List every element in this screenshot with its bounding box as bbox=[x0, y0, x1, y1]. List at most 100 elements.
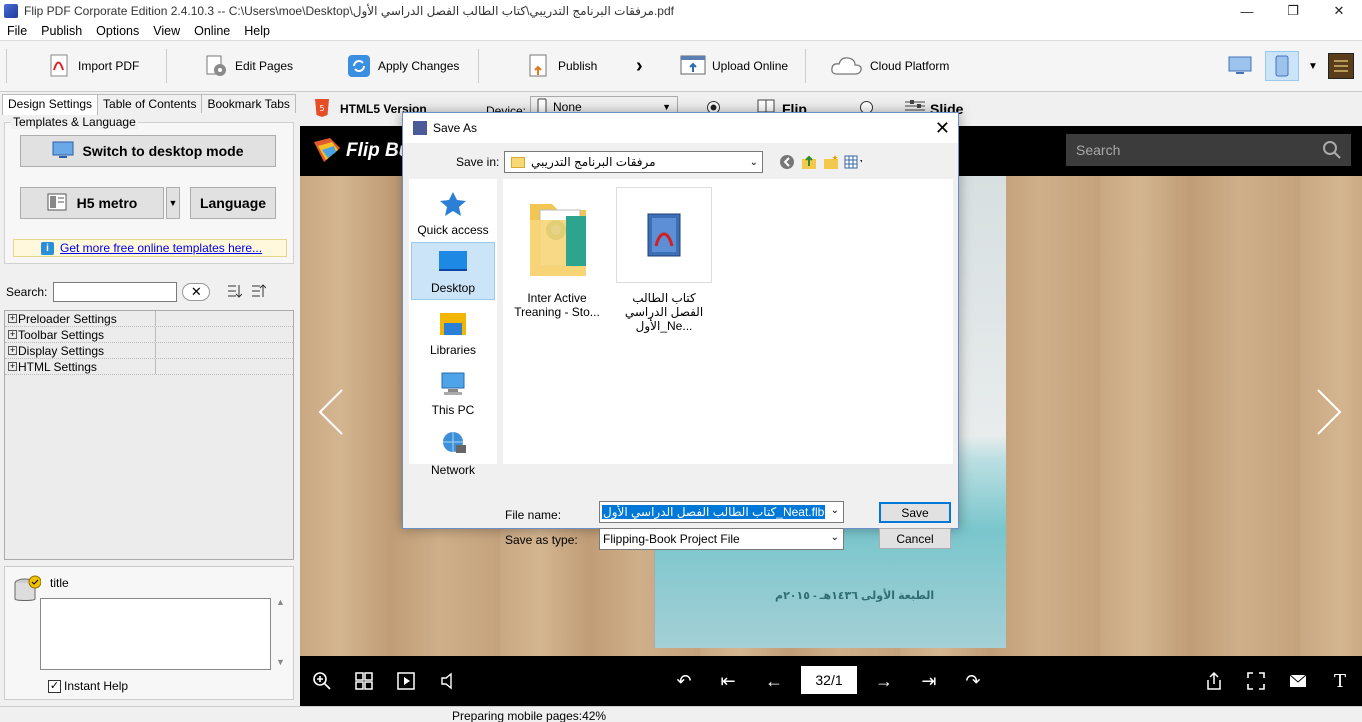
save-in-select[interactable]: مرفقات البرنامج التدريبي ⌄ bbox=[504, 151, 763, 173]
svg-text:5: 5 bbox=[319, 104, 324, 113]
place-libraries[interactable]: Libraries bbox=[411, 303, 495, 361]
chevron-down-icon: ⌄ bbox=[830, 532, 839, 543]
scroll-down-icon[interactable]: ▼ bbox=[276, 657, 285, 667]
forward-icon[interactable]: ↷ bbox=[963, 671, 983, 691]
tab-table-of-contents[interactable]: Table of Contents bbox=[97, 94, 203, 113]
help-textarea[interactable] bbox=[40, 598, 271, 670]
pdf-icon bbox=[46, 53, 72, 79]
import-pdf-button[interactable]: Import PDF bbox=[46, 51, 139, 81]
settings-row-preloader[interactable]: + Preloader Settings bbox=[5, 311, 293, 327]
clear-search-icon[interactable]: ✕ bbox=[182, 283, 211, 301]
close-button[interactable]: ✕ bbox=[1316, 0, 1362, 22]
chevron-right-icon: › bbox=[636, 54, 643, 77]
instant-help-checkbox[interactable]: ✓ bbox=[48, 679, 61, 693]
apply-changes-button[interactable]: Apply Changes bbox=[346, 51, 459, 81]
mobile-view-icon[interactable] bbox=[1265, 51, 1299, 81]
edit-pages-icon bbox=[203, 53, 229, 79]
cancel-button[interactable]: Cancel bbox=[879, 528, 951, 549]
switch-desktop-button[interactable]: Switch to desktop mode bbox=[20, 135, 276, 167]
left-panel: Design Settings Table of Contents Bookma… bbox=[0, 92, 300, 706]
prev-page-arrow-icon[interactable] bbox=[318, 388, 344, 439]
computer-icon bbox=[438, 371, 468, 397]
place-desktop[interactable]: Desktop bbox=[411, 242, 495, 300]
templates-group: Templates & Language Switch to desktop m… bbox=[4, 115, 294, 264]
save-in-label: Save in: bbox=[456, 155, 500, 169]
expand-icon[interactable]: + bbox=[8, 362, 17, 371]
menu-options[interactable]: Options bbox=[89, 24, 146, 38]
expand-all-icon[interactable] bbox=[226, 283, 243, 302]
settings-search-input[interactable] bbox=[53, 282, 178, 302]
viewer-search-input[interactable]: Search bbox=[1066, 134, 1351, 166]
theme-icon[interactable] bbox=[1328, 53, 1354, 79]
thumbnails-icon[interactable] bbox=[354, 671, 374, 691]
previous-page-icon[interactable]: ← bbox=[764, 671, 784, 691]
sound-icon[interactable] bbox=[438, 671, 458, 691]
tab-design-settings[interactable]: Design Settings bbox=[2, 94, 99, 115]
first-page-icon[interactable]: ⇤ bbox=[718, 671, 738, 691]
settings-row-toolbar[interactable]: + Toolbar Settings bbox=[5, 327, 293, 343]
dialog-close-icon[interactable]: ✕ bbox=[935, 118, 950, 139]
scroll-up-icon[interactable]: ▲ bbox=[276, 597, 285, 607]
autoplay-icon[interactable] bbox=[396, 671, 416, 691]
desktop-view-icon[interactable] bbox=[1227, 53, 1253, 79]
places-sidebar: Quick access Desktop Libraries This PC N… bbox=[409, 179, 497, 477]
back-nav-icon[interactable] bbox=[778, 153, 796, 171]
brand-logo-icon bbox=[312, 136, 342, 167]
monitor-icon bbox=[52, 141, 74, 162]
save-type-select[interactable]: Flipping-Book Project File ⌄ bbox=[599, 528, 844, 550]
edit-pages-button[interactable]: Edit Pages bbox=[203, 51, 293, 81]
publish-button[interactable]: Publish bbox=[526, 51, 597, 81]
template-dropdown-icon[interactable]: ▼ bbox=[166, 187, 180, 219]
settings-row-html[interactable]: + HTML Settings bbox=[5, 359, 293, 375]
expand-icon[interactable]: + bbox=[8, 346, 17, 355]
last-page-icon[interactable]: ⇥ bbox=[919, 671, 939, 691]
save-as-dialog: Save As ✕ Save in: مرفقات البرنامج التدر… bbox=[402, 112, 959, 550]
view-menu-icon[interactable] bbox=[844, 153, 862, 171]
email-icon[interactable] bbox=[1288, 671, 1308, 691]
file-item-project[interactable]: كتاب الطالب الفصل الدراسي الأول_Ne... bbox=[616, 187, 712, 333]
file-name-field[interactable]: كتاب الطالب الفصل الدراسي الأول_Neat.flb… bbox=[599, 501, 844, 523]
menu-help[interactable]: Help bbox=[237, 24, 277, 38]
save-button[interactable]: Save bbox=[879, 502, 951, 523]
star-icon bbox=[438, 191, 468, 217]
upload-online-button[interactable]: Upload Online bbox=[680, 51, 788, 81]
text-icon[interactable]: T bbox=[1330, 671, 1350, 692]
language-button[interactable]: Language bbox=[190, 187, 276, 219]
maximize-button[interactable]: ❐ bbox=[1270, 0, 1316, 22]
more-templates-link[interactable]: i Get more free online templates here... bbox=[13, 239, 287, 257]
new-folder-icon[interactable] bbox=[822, 153, 840, 171]
tab-bookmark-tabs[interactable]: Bookmark Tabs bbox=[201, 94, 296, 113]
expand-icon[interactable]: + bbox=[8, 314, 17, 323]
place-network[interactable]: Network bbox=[411, 423, 495, 481]
collapse-all-icon[interactable] bbox=[250, 283, 267, 302]
settings-row-display[interactable]: + Display Settings bbox=[5, 343, 293, 359]
share-icon[interactable] bbox=[1204, 671, 1224, 691]
template-button[interactable]: H5 metro bbox=[20, 187, 164, 219]
publish-icon bbox=[526, 53, 552, 79]
minimize-button[interactable]: — bbox=[1224, 0, 1270, 22]
place-quick-access[interactable]: Quick access bbox=[411, 183, 495, 241]
html5-icon: 5 bbox=[314, 98, 330, 121]
chevron-down-icon: ⌄ bbox=[830, 505, 839, 516]
libraries-icon bbox=[438, 311, 468, 337]
back-icon[interactable]: ↶ bbox=[674, 671, 694, 691]
menu-publish[interactable]: Publish bbox=[34, 24, 89, 38]
menu-view[interactable]: View bbox=[146, 24, 187, 38]
cloud-platform-button[interactable]: Cloud Platform bbox=[830, 51, 949, 81]
zoom-in-icon[interactable] bbox=[312, 671, 332, 691]
menu-file[interactable]: File bbox=[0, 24, 34, 38]
page-indicator[interactable]: 32/1 bbox=[801, 666, 857, 694]
next-page-arrow-icon[interactable] bbox=[1316, 388, 1342, 439]
search-icon[interactable] bbox=[1323, 141, 1341, 162]
group-title: Templates & Language bbox=[11, 115, 138, 129]
brand-title: Flip Bu bbox=[346, 140, 411, 161]
file-item-folder[interactable]: Inter Active Treaning - Sto... bbox=[509, 187, 605, 319]
up-folder-icon[interactable] bbox=[800, 153, 818, 171]
fullscreen-icon[interactable] bbox=[1246, 671, 1266, 691]
menu-online[interactable]: Online bbox=[187, 24, 237, 38]
upload-icon bbox=[680, 53, 706, 79]
place-this-pc[interactable]: This PC bbox=[411, 363, 495, 421]
dropdown-arrow-icon[interactable]: ▼ bbox=[1300, 53, 1326, 79]
expand-icon[interactable]: + bbox=[8, 330, 17, 339]
next-page-icon[interactable]: → bbox=[874, 671, 894, 691]
